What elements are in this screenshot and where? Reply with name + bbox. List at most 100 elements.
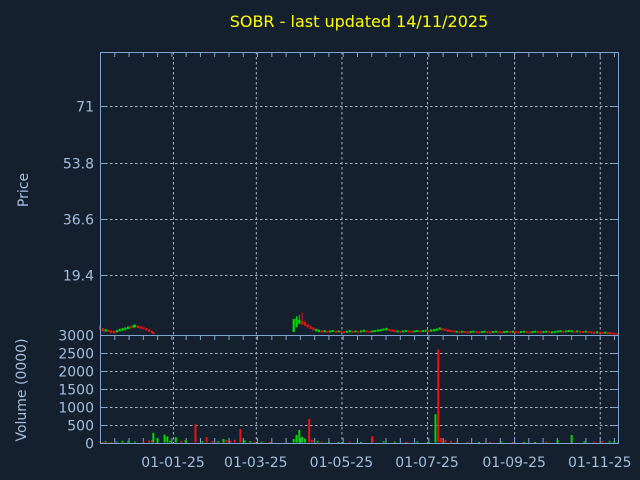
candle — [352, 331, 354, 333]
candle — [324, 330, 326, 332]
volume-bar — [105, 441, 107, 442]
candle — [610, 332, 612, 334]
volume-bar — [260, 442, 262, 443]
volume-bar — [116, 442, 118, 443]
volume-bar — [489, 442, 491, 443]
candle — [119, 329, 121, 332]
volume-bar — [239, 429, 241, 443]
candle — [113, 331, 115, 334]
candle — [489, 331, 491, 333]
volume-tick-label: 1000 — [58, 401, 94, 417]
candle — [321, 330, 323, 332]
candle — [562, 331, 564, 333]
candle — [315, 329, 317, 332]
candle — [585, 331, 587, 333]
candle — [382, 328, 384, 330]
candle — [439, 327, 441, 330]
volume-bar — [416, 442, 418, 443]
candle — [391, 329, 393, 331]
candle — [528, 331, 530, 333]
candle — [461, 331, 463, 333]
candle — [411, 331, 413, 333]
candle — [467, 331, 469, 333]
volume-bar — [185, 440, 187, 442]
candle — [326, 331, 328, 333]
candle — [371, 330, 373, 332]
candle — [377, 329, 379, 331]
date-tick-label: 01-01-25 — [141, 455, 205, 471]
candle — [430, 329, 432, 331]
volume-tick-label: 0 — [85, 437, 94, 453]
candle — [298, 320, 300, 324]
candle — [137, 326, 139, 329]
volume-bar — [102, 442, 104, 443]
price-tick-label: 71 — [76, 100, 94, 116]
candle — [506, 331, 508, 333]
volume-bar — [405, 442, 407, 443]
candle — [492, 331, 494, 333]
candle — [354, 330, 356, 332]
candle — [441, 328, 443, 330]
volume-bar — [523, 442, 525, 443]
candle — [509, 331, 511, 333]
volume-bar — [321, 442, 323, 443]
candle — [542, 331, 544, 333]
volume-bar — [234, 440, 236, 443]
candle — [587, 331, 589, 333]
candle — [613, 333, 615, 335]
volume-bar — [383, 441, 385, 442]
candle — [551, 331, 553, 333]
candle — [481, 331, 483, 333]
volume-bar — [244, 440, 246, 442]
volume-bar — [164, 435, 166, 443]
candle — [309, 326, 311, 329]
volume-bar — [583, 441, 585, 442]
candle — [130, 326, 132, 329]
candle — [514, 331, 516, 333]
candle — [422, 330, 424, 332]
candle — [416, 330, 418, 332]
candle — [399, 331, 401, 333]
volume-bar — [609, 441, 611, 442]
candle — [332, 330, 334, 332]
price-axis-title: Price — [16, 173, 32, 207]
volume-bar — [360, 442, 362, 443]
candle — [405, 330, 407, 332]
candle — [295, 318, 297, 327]
volume-bar — [225, 440, 227, 442]
volume-bar — [534, 442, 536, 443]
candle — [145, 328, 147, 330]
date-tick-label: 01-03-25 — [224, 455, 288, 471]
volume-bar — [450, 441, 452, 443]
volume-bar — [110, 442, 112, 443]
volume-bar — [444, 440, 446, 443]
volume-bar — [308, 419, 310, 443]
candle — [517, 331, 519, 333]
volume-bar — [371, 436, 373, 443]
candle — [545, 331, 547, 333]
volume-bar — [328, 442, 330, 443]
candle — [503, 331, 505, 333]
candle — [124, 327, 126, 330]
volume-bar — [293, 439, 295, 442]
candle — [110, 330, 112, 333]
date-tick-label: 01-09-25 — [482, 455, 546, 471]
candle — [366, 330, 368, 332]
candle — [425, 330, 427, 332]
candle — [312, 327, 314, 330]
volume-bar — [317, 441, 319, 443]
candle — [472, 331, 474, 333]
candle — [134, 325, 136, 328]
candle — [531, 331, 533, 333]
candle — [413, 330, 415, 332]
volume-bar — [166, 437, 168, 443]
volume-bar — [435, 414, 437, 442]
candle — [571, 330, 573, 332]
candle — [601, 332, 603, 334]
volume-bar — [304, 439, 306, 443]
volume-bar — [249, 441, 251, 442]
volume-bar — [427, 442, 429, 443]
candle — [537, 331, 539, 333]
candle — [557, 330, 559, 332]
volume-bar — [613, 442, 615, 443]
